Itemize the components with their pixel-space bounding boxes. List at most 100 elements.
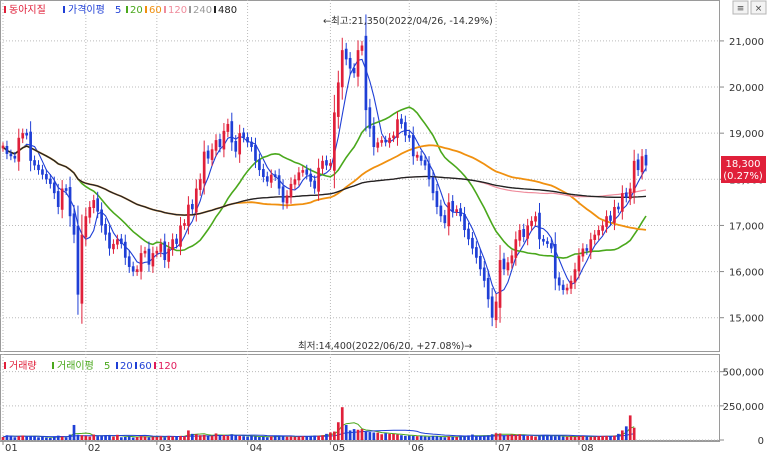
candle-body — [25, 132, 29, 136]
volume-tick-label: 500,000 — [723, 368, 764, 379]
volume-bar — [609, 436, 612, 440]
candle-body — [333, 112, 336, 171]
candle — [546, 237, 549, 248]
volume-bar — [163, 437, 167, 440]
volume-bar — [80, 435, 84, 440]
candle — [459, 202, 462, 222]
chart-settings-button[interactable]: ≡ — [732, 0, 749, 15]
candle — [277, 168, 281, 196]
candle — [348, 52, 352, 75]
volume-bar — [242, 436, 245, 440]
volume-bar — [21, 435, 25, 440]
candle-body — [305, 169, 309, 175]
candle — [329, 159, 332, 170]
candle-body — [447, 202, 451, 227]
candle-body — [100, 209, 103, 226]
candle-body — [561, 284, 565, 291]
candle — [526, 218, 529, 246]
candle-body — [368, 107, 372, 129]
candle-body — [482, 267, 486, 281]
candle-body — [246, 137, 249, 143]
volume-bar — [52, 436, 56, 440]
candle-body — [92, 200, 96, 209]
current-price-box: 18,300 (0.27%) — [721, 156, 766, 183]
volume-tick-label: 0 — [758, 436, 764, 447]
candle-body — [443, 215, 447, 224]
volume-bar — [364, 431, 368, 440]
candle-body — [64, 188, 68, 191]
candle-body — [407, 135, 411, 138]
candle-body — [340, 50, 344, 88]
volume-bar — [526, 435, 529, 440]
volume-bar — [37, 437, 40, 440]
candle-body — [490, 296, 494, 318]
volume-bar — [108, 435, 111, 440]
candle — [246, 132, 249, 148]
volume-bar — [143, 436, 147, 440]
volume-bar — [76, 434, 80, 440]
volume-bar — [60, 436, 64, 440]
candle-body — [486, 278, 490, 300]
volume-bar — [226, 435, 230, 440]
volume-bar — [585, 436, 589, 440]
price-tick-label: 21,000 — [729, 37, 764, 48]
volume-bar — [123, 436, 127, 440]
candle — [159, 238, 163, 258]
candle-body — [439, 205, 443, 217]
volume-bar — [510, 434, 514, 440]
candle — [25, 128, 29, 140]
candle-body — [56, 191, 60, 207]
candle — [238, 124, 242, 163]
volume-bar — [506, 434, 510, 440]
candle-body — [435, 191, 439, 207]
x-tick-label: 02 — [88, 443, 101, 452]
volume-bar — [356, 429, 360, 440]
candle — [644, 148, 648, 172]
price-tick-label: 20,000 — [729, 83, 764, 94]
candle-body — [167, 248, 171, 262]
volume-bar — [518, 434, 522, 440]
volume-bar — [214, 433, 218, 440]
candle-body — [17, 137, 21, 162]
volume-legend: 거래량 거래이평 5 20 60 120 — [4, 360, 177, 372]
volume-bar — [404, 435, 407, 440]
volume-bar — [463, 435, 466, 440]
volume-bar — [309, 435, 313, 440]
candle-body — [33, 160, 36, 166]
candle-body — [510, 255, 514, 264]
candle-body — [273, 174, 277, 177]
candle-body — [459, 208, 462, 217]
candle — [230, 112, 234, 151]
volume-bar — [348, 430, 352, 440]
candle — [557, 272, 561, 291]
candle — [265, 171, 269, 187]
candle-body — [463, 214, 466, 231]
volume-bar — [127, 436, 131, 440]
candle-body — [210, 149, 214, 160]
volume-bar — [435, 436, 439, 440]
volume-bar — [384, 433, 387, 440]
volume-bar — [427, 436, 431, 440]
candle — [380, 136, 384, 147]
volume-ma-lines — [2, 422, 635, 438]
candle — [482, 260, 486, 288]
low-annotation: 최저:14,400(2022/06/20, +27.08%)→ — [298, 341, 472, 352]
volume-bar — [443, 437, 447, 440]
candle — [108, 225, 111, 256]
candle — [573, 262, 577, 290]
candle-body — [159, 243, 163, 252]
volume-bar — [380, 434, 384, 440]
chart-close-button[interactable]: × — [750, 0, 767, 15]
high-annotation: ←최고:21,350(2022/04/26, -14.29%) — [323, 16, 493, 27]
volume-bar — [25, 436, 29, 440]
candle-body — [597, 230, 601, 236]
candle — [419, 150, 423, 166]
candle-body — [384, 139, 387, 143]
candle — [467, 222, 470, 246]
candle-body — [143, 250, 147, 254]
candle-body — [396, 119, 399, 138]
candle-body — [336, 82, 340, 117]
candle — [617, 202, 620, 214]
candle-body — [380, 140, 384, 143]
price-tick-label: 19,000 — [729, 129, 764, 140]
